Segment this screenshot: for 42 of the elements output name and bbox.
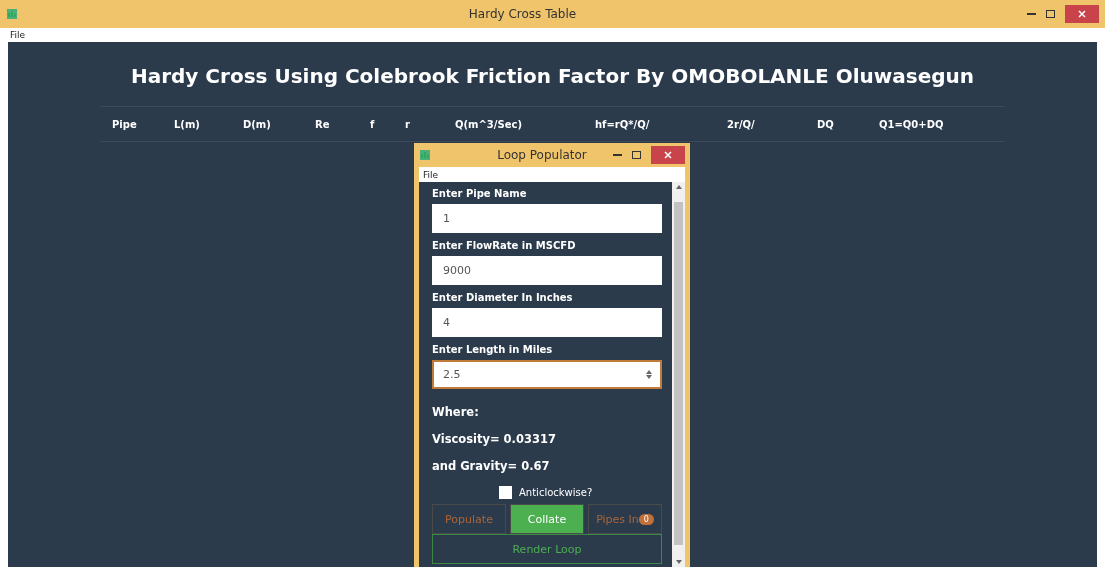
render-loop-button[interactable]: Render Loop bbox=[432, 534, 662, 564]
minimize-icon[interactable] bbox=[1027, 12, 1036, 16]
spinner-icon[interactable] bbox=[646, 370, 652, 379]
app-icon bbox=[6, 8, 18, 20]
column-header: Q(m^3/Sec) bbox=[455, 118, 523, 130]
number-field[interactable]: 2.5 bbox=[432, 360, 662, 389]
column-header: Re bbox=[315, 118, 331, 130]
column-header: 2r/Q/ bbox=[727, 118, 756, 130]
column-header: L(m) bbox=[174, 118, 201, 130]
info-text: and Gravity= 0.67 bbox=[432, 459, 551, 473]
column-header: DQ bbox=[817, 118, 835, 130]
input-field[interactable]: 4 bbox=[432, 308, 662, 337]
column-header: f bbox=[370, 118, 376, 130]
minimize-icon[interactable] bbox=[613, 153, 622, 157]
field-label: Enter Diameter In Inches bbox=[432, 290, 574, 305]
info-text: Where: bbox=[432, 405, 480, 419]
close-icon[interactable] bbox=[1065, 5, 1099, 23]
app-icon bbox=[419, 149, 431, 161]
maximize-icon[interactable] bbox=[632, 151, 641, 159]
checkbox-label: Anticlockwise? bbox=[519, 487, 593, 498]
input-field[interactable]: 1 bbox=[432, 204, 662, 233]
field-label: Enter FlowRate in MSCFD bbox=[432, 238, 577, 253]
close-icon[interactable] bbox=[651, 146, 685, 164]
tab-button[interactable]: Pipes In 0 bbox=[588, 504, 662, 534]
checkbox[interactable] bbox=[499, 486, 512, 499]
menu-item[interactable]: File bbox=[10, 30, 26, 40]
count-badge: 0 bbox=[638, 513, 654, 525]
column-header: r bbox=[405, 118, 411, 130]
column-header: Pipe bbox=[112, 118, 138, 130]
scrollbar[interactable] bbox=[672, 182, 685, 567]
maximize-icon[interactable] bbox=[1046, 10, 1055, 18]
column-header: D(m) bbox=[243, 118, 272, 130]
input-field[interactable]: 9000 bbox=[432, 256, 662, 285]
window-title: Hardy Cross Table bbox=[468, 7, 577, 21]
page-heading: Hardy Cross Using Colebrook Friction Factor By OMOBOLANLE Oluwasegun bbox=[130, 64, 975, 88]
dialog-title: Loop Populator bbox=[497, 148, 587, 162]
field-label: Enter Length in Miles bbox=[432, 342, 554, 357]
column-header: Q1=Q0+DQ bbox=[879, 118, 945, 130]
field-label: Enter Pipe Name bbox=[432, 186, 528, 201]
column-header: hf=rQ*/Q/ bbox=[595, 118, 651, 130]
menu-item[interactable]: File bbox=[423, 169, 439, 180]
info-text: Viscosity= 0.03317 bbox=[432, 432, 557, 446]
